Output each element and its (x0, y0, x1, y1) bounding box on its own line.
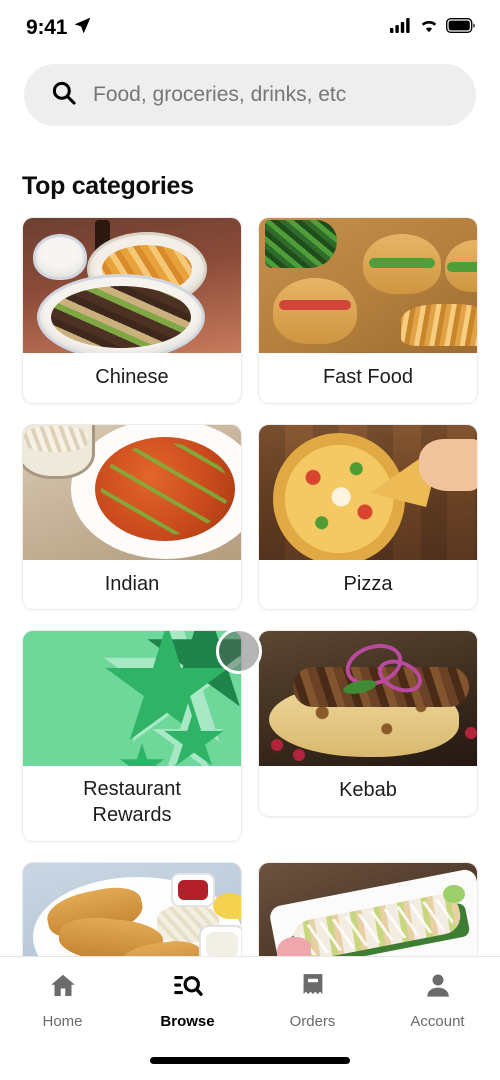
category-label: Pizza (343, 572, 393, 595)
category-grid: Chinese Fast Food Indian Pizza Restaurant Rew… (0, 217, 500, 1000)
category-card[interactable]: Pizza (258, 423, 478, 611)
cellular-signal-icon (390, 18, 412, 38)
search-icon (50, 79, 77, 111)
battery-full-icon (445, 17, 476, 38)
touch-pointer (216, 628, 262, 674)
status-bar-right (390, 17, 476, 38)
tab-home[interactable]: Home (0, 971, 125, 1030)
category-card[interactable]: Kebab (258, 630, 478, 817)
receipt-icon (298, 971, 328, 1006)
page-title: Top categories (22, 172, 194, 200)
location-arrow-icon (73, 16, 92, 40)
wifi-icon (419, 18, 439, 38)
category-image (259, 631, 477, 767)
tab-account[interactable]: Account (375, 971, 500, 1030)
tab-label-home: Home (42, 1013, 83, 1030)
home-icon (48, 971, 78, 1006)
category-card[interactable]: Indian (22, 423, 242, 611)
tab-orders[interactable]: Orders (250, 971, 375, 1030)
category-image (259, 424, 477, 560)
tab-label-orders: Orders (289, 1013, 336, 1030)
category-image (259, 218, 477, 353)
search-placeholder: Food, groceries, drinks, etc (93, 83, 347, 106)
category-card[interactable]: Fast Food (258, 217, 478, 404)
tab-label-account: Account (410, 1013, 465, 1030)
person-icon (423, 971, 453, 1006)
tab-label-browse: Browse (160, 1013, 215, 1030)
home-indicator (150, 1057, 350, 1064)
category-card[interactable]: Chinese (22, 217, 242, 404)
category-label: Chinese (95, 366, 169, 388)
category-label: Fast Food (322, 366, 414, 388)
bottom-navigation: Home Browse Orders Account (0, 956, 500, 1080)
category-label: Restaurant Rewards (83, 778, 181, 826)
category-card[interactable]: Restaurant Rewards (22, 630, 242, 843)
category-image (23, 218, 241, 353)
status-bar-left: 9:41 (26, 16, 92, 40)
category-image (23, 424, 241, 560)
category-label: Kebab (339, 779, 397, 802)
app-screen: 9:41 Food, groceries, drinks, etc Top ca… (0, 0, 500, 1080)
search-input[interactable]: Food, groceries, drinks, etc (24, 64, 476, 126)
category-label: Indian (104, 572, 160, 595)
category-image (23, 631, 241, 767)
status-time: 9:41 (26, 16, 68, 39)
tab-browse[interactable]: Browse (125, 971, 250, 1030)
status-bar: 9:41 (0, 0, 500, 56)
search-section: Food, groceries, drinks, etc (0, 56, 500, 126)
browse-search-icon (173, 971, 203, 1006)
